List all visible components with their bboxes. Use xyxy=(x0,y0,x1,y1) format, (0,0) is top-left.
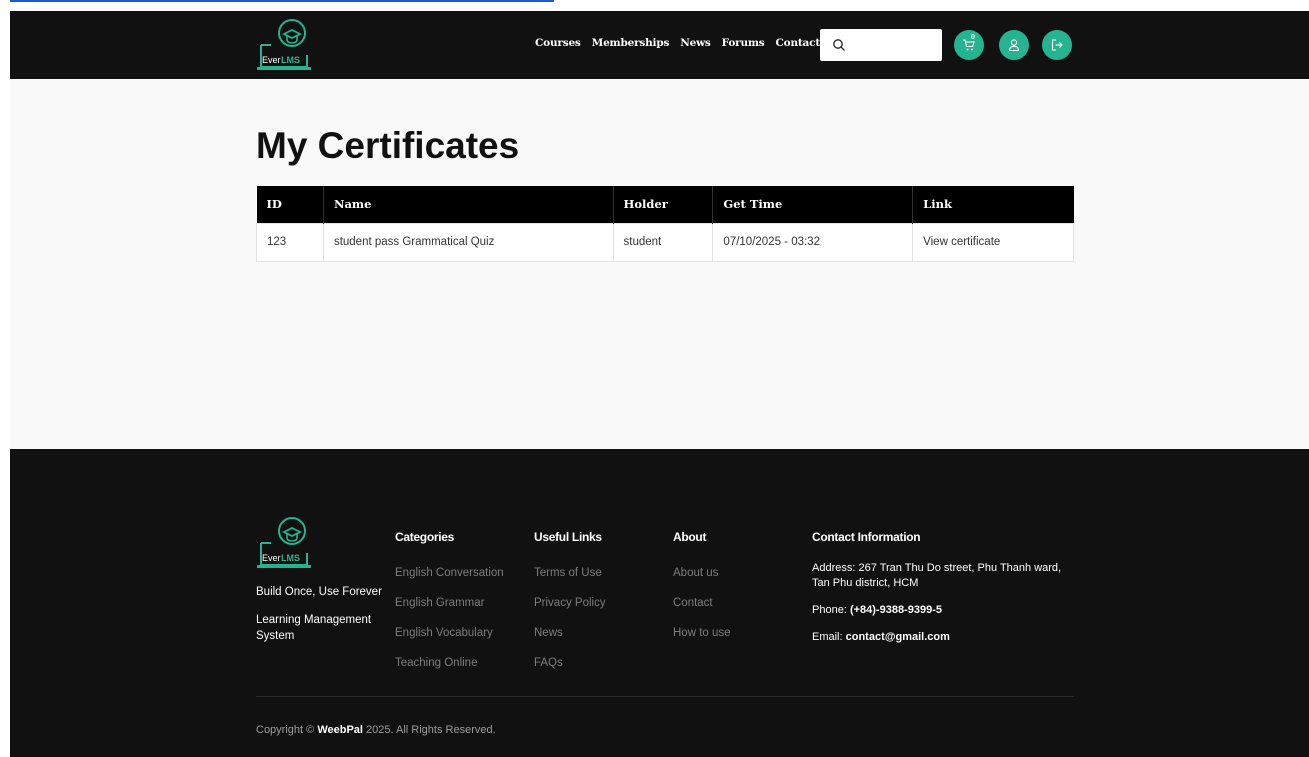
cell-get-time: 07/10/2025 - 03:32 xyxy=(712,222,914,262)
everlms-logo[interactable]: Ever LMS xyxy=(257,17,311,73)
email-label: Email: xyxy=(812,631,843,643)
nav-forums[interactable]: Forums xyxy=(722,37,765,49)
logout-button[interactable] xyxy=(1042,30,1072,60)
footer-link-about-us[interactable]: About us xyxy=(673,567,718,579)
svg-text:LMS: LMS xyxy=(281,55,300,65)
footer-tagline: Build Once, Use Forever xyxy=(256,586,382,598)
cell-holder: student xyxy=(612,222,714,262)
site-header: Ever LMS Courses Memberships News Forums… xyxy=(10,11,1309,79)
footer-link-teaching-online[interactable]: Teaching Online xyxy=(395,657,477,669)
search-icon[interactable] xyxy=(832,38,846,52)
footer-address: Address: 267 Tran Thu Do street, Phu Tha… xyxy=(812,561,1074,591)
footer-link-english-vocabulary[interactable]: English Vocabulary xyxy=(395,627,493,639)
copyright: Copyright © WeebPal 2025. All Rights Res… xyxy=(256,724,496,736)
footer-link-how-to-use[interactable]: How to use xyxy=(673,627,731,639)
user-account-button[interactable] xyxy=(999,30,1029,60)
footer-contact-information: Contact Information Address: 267 Tran Th… xyxy=(812,530,1074,657)
footer-link-english-conversation[interactable]: English Conversation xyxy=(395,567,504,579)
column-header-name: Name xyxy=(323,186,614,223)
copyright-prefix: Copyright © xyxy=(256,724,315,736)
nav-memberships[interactable]: Memberships xyxy=(592,37,670,49)
footer-categories: Categories English Conversation English … xyxy=(395,530,504,681)
svg-text:LMS: LMS xyxy=(281,553,300,563)
table-row: 123 student pass Grammatical Quiz studen… xyxy=(256,222,1074,262)
footer-link-privacy-policy[interactable]: Privacy Policy xyxy=(534,597,606,609)
svg-text:Ever: Ever xyxy=(262,553,281,563)
footer-link-news[interactable]: News xyxy=(534,627,563,639)
search-input[interactable] xyxy=(852,35,936,55)
site-footer: Ever LMS Build Once, Use Forever Learnin… xyxy=(10,449,1309,757)
column-header-get-time: Get Time xyxy=(712,186,914,223)
address-label: Address: xyxy=(812,562,856,574)
cell-name: student pass Grammatical Quiz xyxy=(322,222,614,262)
footer-contact-title: Contact Information xyxy=(812,530,921,544)
footer-about-title: About xyxy=(673,530,707,544)
search-box xyxy=(820,29,942,61)
cart-button[interactable]: 0 xyxy=(954,30,984,60)
logout-icon xyxy=(1051,39,1063,51)
column-header-holder: Holder xyxy=(613,186,714,223)
email-value[interactable]: contact@gmail.com xyxy=(846,631,950,643)
cell-link: View certificate xyxy=(912,222,1074,262)
footer-email: Email: contact@gmail.com xyxy=(812,630,1074,645)
page-title: My Certificates xyxy=(256,125,520,166)
svg-text:Ever: Ever xyxy=(262,55,281,65)
table-header-row: ID Name Holder Get Time Link xyxy=(256,186,1074,223)
view-certificate-link[interactable]: View certificate xyxy=(923,236,1000,248)
footer-link-english-grammar[interactable]: English Grammar xyxy=(395,597,484,609)
phone-label: Phone: xyxy=(812,604,847,616)
footer-subtitle: Learning Management System xyxy=(256,614,372,642)
column-header-id: ID xyxy=(256,186,324,223)
footer-useful-links-title: Useful Links xyxy=(534,530,602,544)
page: Ever LMS Courses Memberships News Forums… xyxy=(10,11,1309,757)
copyright-suffix: 2025. All Rights Reserved. xyxy=(366,724,496,736)
footer-categories-title: Categories xyxy=(395,530,455,544)
copyright-brand[interactable]: WeebPal xyxy=(317,724,363,736)
top-progress-line xyxy=(10,0,554,2)
footer-about: About About us Contact How to use xyxy=(673,530,731,651)
column-header-link: Link xyxy=(912,186,1074,223)
footer-everlms-logo[interactable]: Ever LMS xyxy=(257,515,311,571)
user-icon xyxy=(1008,39,1020,52)
footer-link-contact[interactable]: Contact xyxy=(673,597,713,609)
cell-id: 123 xyxy=(256,222,324,262)
main-nav: Courses Memberships News Forums Contact … xyxy=(535,37,838,49)
footer-link-terms-of-use[interactable]: Terms of Use xyxy=(534,567,602,579)
footer-useful-links: Useful Links Terms of Use Privacy Policy… xyxy=(534,530,606,681)
nav-courses[interactable]: Courses xyxy=(535,37,581,49)
cart-count-badge: 0 xyxy=(971,34,975,41)
footer-divider xyxy=(256,696,1074,697)
footer-link-faqs[interactable]: FAQs xyxy=(534,657,563,669)
footer-phone: Phone: (+84)-9388-9399-5 xyxy=(812,603,1074,618)
certificates-table: ID Name Holder Get Time Link 123 student… xyxy=(256,186,1074,262)
phone-value[interactable]: (+84)-9388-9399-5 xyxy=(850,604,942,616)
nav-news[interactable]: News xyxy=(680,37,711,49)
